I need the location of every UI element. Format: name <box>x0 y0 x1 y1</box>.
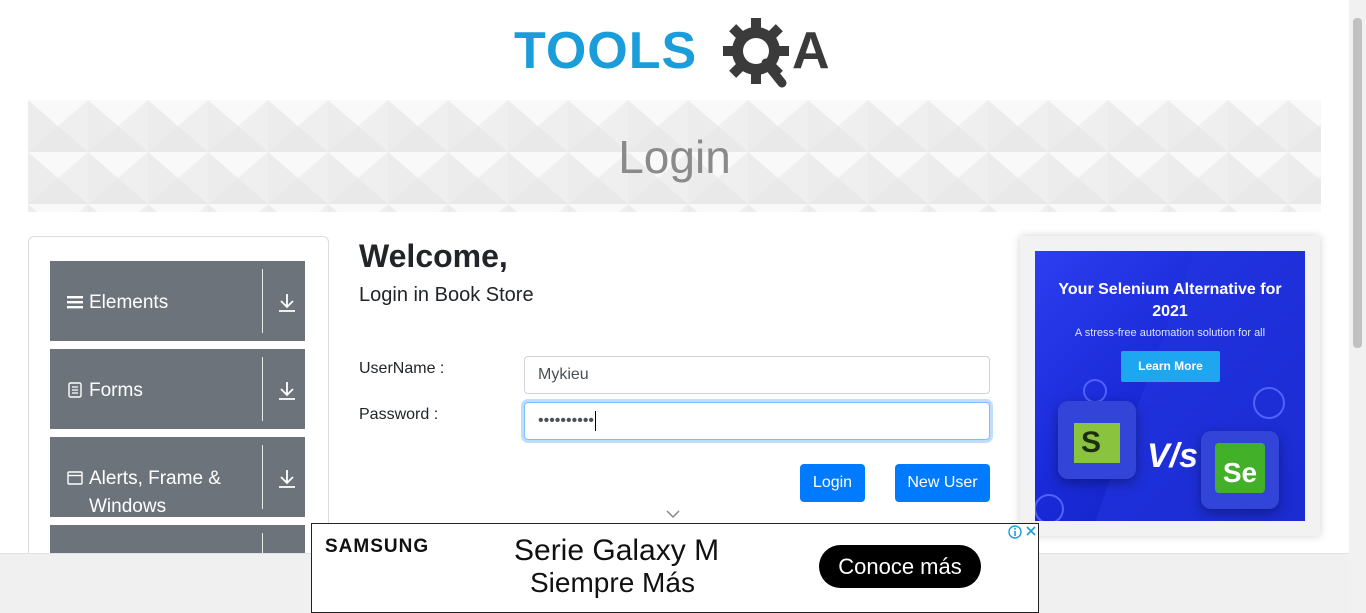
password-input[interactable]: •••••••••• <box>524 402 990 440</box>
logo-text-tools: TOOLS <box>514 22 697 80</box>
selenium-logo-letters: Se <box>1222 457 1258 488</box>
ad-line-1: Serie Galaxy M <box>514 534 720 567</box>
logo-graphic: TOOLS A <box>514 18 830 88</box>
ad-line-2: Siempre Más <box>530 567 695 598</box>
ad-headline: Your Selenium Alternative for 2021 <box>1058 281 1282 320</box>
download-arrow-icon <box>279 382 295 400</box>
ad-tagline: A stress-free automation solution for al… <box>1074 327 1266 339</box>
window-icon <box>67 471 83 485</box>
document-icon <box>68 382 82 398</box>
group-divider <box>262 269 263 333</box>
katalon-logo-tile: S <box>1058 401 1136 479</box>
text-caret <box>595 410 597 431</box>
katalon-logo-letter: S <box>1080 426 1101 459</box>
ad-cta-button[interactable]: Conoce más <box>819 545 981 588</box>
new-user-button[interactable]: New User <box>895 464 990 502</box>
username-input[interactable]: Mykieu <box>524 356 990 394</box>
logo-text-a: A <box>792 22 830 80</box>
welcome-heading: Welcome, <box>359 238 508 274</box>
nav-group-label: Elements <box>89 292 169 313</box>
password-label: Password : <box>359 406 439 423</box>
nav-group-label: Alerts, Frame & Windows <box>89 468 221 517</box>
page: TOOLS A Login Elements Forms Alerts, Fra… <box>0 0 1366 613</box>
username-value: Mykieu <box>538 366 589 383</box>
chevron-down-icon[interactable] <box>665 509 681 519</box>
ad-brand: SAMSUNG <box>325 536 430 557</box>
download-arrow-icon <box>279 470 295 488</box>
username-label: UserName : <box>359 360 445 377</box>
page-scrollbar[interactable] <box>1349 0 1366 613</box>
page-banner: Login <box>28 100 1321 212</box>
scrollbar-thumb[interactable] <box>1353 18 1362 348</box>
group-divider <box>262 445 263 509</box>
left-panel: Elements Forms Alerts, Frame & Windows <box>28 236 329 566</box>
nav-group-alerts-frame-windows[interactable]: Alerts, Frame & Windows <box>50 437 305 517</box>
adchoices-icon[interactable] <box>1008 525 1022 539</box>
bottom-ad[interactable]: SAMSUNG Serie Galaxy M Siempre Más Conoc… <box>311 523 1039 613</box>
close-icon[interactable] <box>1024 524 1038 538</box>
nav-group-forms[interactable]: Forms <box>50 349 305 429</box>
login-button[interactable]: Login <box>800 464 865 502</box>
versus-text: V/s <box>1147 437 1199 475</box>
right-ad[interactable]: Your Selenium Alternative for 2021 A str… <box>1035 251 1305 521</box>
password-value: •••••••••• <box>538 412 595 429</box>
nav-group-elements[interactable]: Elements <box>50 261 305 341</box>
gear-magnifier-icon <box>723 18 789 88</box>
nav-group-label: Forms <box>89 380 143 401</box>
page-title: Login <box>618 131 731 183</box>
login-subtitle: Login in Book Store <box>359 284 534 306</box>
group-divider <box>262 357 263 421</box>
learn-more-button[interactable]: Learn More <box>1121 351 1220 382</box>
selenium-logo-tile: Se <box>1201 431 1279 509</box>
download-arrow-icon <box>279 294 295 312</box>
toolsqa-logo[interactable]: TOOLS A <box>514 14 844 92</box>
menu-lines-icon <box>67 296 83 309</box>
